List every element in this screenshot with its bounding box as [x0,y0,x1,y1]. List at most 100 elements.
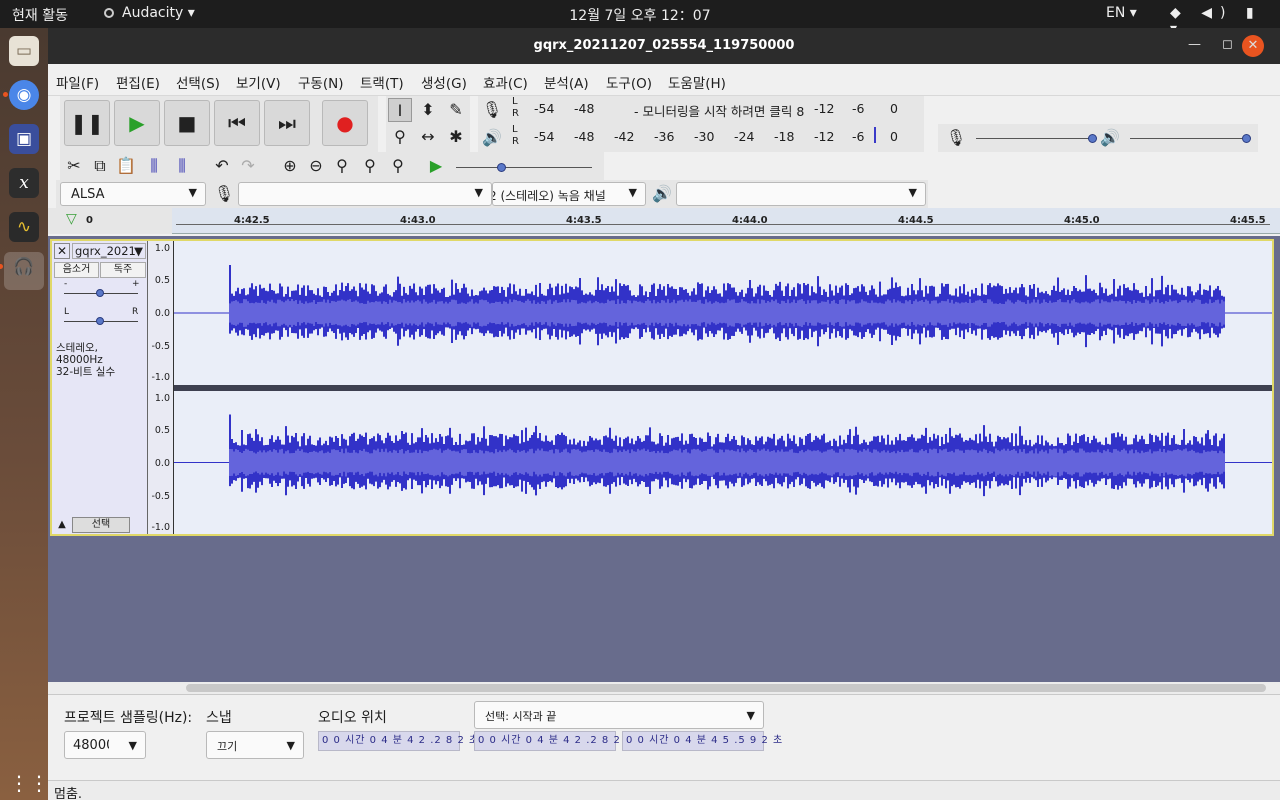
paste-icon[interactable]: 📋 [114,154,138,178]
play-speed-slider[interactable] [456,167,592,168]
maximize-button[interactable]: ◻ [1222,37,1233,52]
scrollbar-thumb[interactable] [186,684,1266,692]
close-track-icon[interactable]: ✕ [54,243,70,259]
copy-icon[interactable]: ⧉ [88,154,112,178]
trim-audio-icon[interactable]: ⫼ [142,154,166,178]
track-name-menu[interactable]: gqrx_2021 ▼ [72,243,146,259]
multi-tool[interactable]: ✱ [444,125,468,149]
snap-dropdown[interactable]: 끄기 ▼ [206,731,304,759]
waveform-left-channel[interactable] [174,241,1272,385]
activities-button[interactable]: 현재 활동 [12,5,68,25]
solo-button[interactable]: 독주 [100,262,146,278]
menu-view[interactable]: 보기(V) [236,72,281,92]
play-speed-knob[interactable] [497,163,506,172]
language-indicator[interactable]: EN ▾ [1106,5,1137,21]
skip-to-start-button[interactable]: ⏮ [214,100,260,146]
menu-effect[interactable]: 효과(C) [483,72,528,92]
select-track-button[interactable]: 선택 [72,517,130,533]
vertical-scale[interactable]: 1.0 0.5 0.0 -0.5 -1.0 1.0 0.5 0.0 -0.5 -… [148,241,174,534]
scale-label: 1.0 [154,243,170,254]
zoom-in-icon[interactable]: ⊕ [278,154,302,178]
track-name: gqrx_2021 [75,244,136,258]
chrome-icon[interactable]: ◉ [3,80,39,110]
zoom-out-icon[interactable]: ⊖ [304,154,328,178]
record-button[interactable]: ● [322,100,368,146]
waveform-right-channel[interactable] [174,391,1272,534]
scale-label: 0.0 [154,308,170,319]
pause-button[interactable]: ❚❚ [64,100,110,146]
draw-tool[interactable]: ✎ [444,98,468,122]
audio-host-dropdown[interactable]: ALSA ▼ [60,182,206,206]
undo-icon[interactable]: ↶ [210,154,234,178]
audio-track[interactable]: ✕ gqrx_2021 ▼ 음소거 독주 - + L R 스테레오, 48000H… [50,239,1274,536]
formula-editor-icon[interactable]: x [9,168,39,198]
cut-icon[interactable]: ✂ [62,154,86,178]
gain-knob[interactable] [96,289,104,297]
selection-mode-dropdown[interactable]: 선택: 시작과 끝 ▼ [474,701,764,729]
selection-start-time[interactable]: 0 0 시간 0 4 분 4 2 .2 8 2 초 [474,731,634,751]
zoom-tool[interactable]: ⚲ [388,125,412,149]
project-rate-value: 48000 [73,738,109,753]
redo-icon[interactable]: ↷ [236,154,260,178]
chevron-down-icon: ▼ [128,739,137,752]
selection-end-time[interactable]: 0 0 시간 0 4 분 4 5 .5 9 2 초 [622,731,782,751]
collapse-track-button[interactable]: ▲ [54,517,70,533]
time-shift-tool[interactable]: ↔ [416,125,440,149]
menu-edit[interactable]: 편집(E) [116,72,160,92]
pan-knob[interactable] [96,317,104,325]
play-head-triangle-icon[interactable]: ▽ [66,211,77,227]
peak-marker [874,127,876,143]
project-rate-dropdown[interactable]: 48000 ▼ [64,731,146,759]
menu-transport[interactable]: 구동(N) [298,72,343,92]
zoom-toggle-icon[interactable]: ⚲ [386,154,410,178]
app-menu[interactable]: Audacity ▾ [104,5,195,21]
audio-position-value: 0 0 시간 0 4 분 4 2 .2 8 2 초 [322,735,480,746]
fit-selection-icon[interactable]: ⚲ [330,154,354,178]
silence-audio-icon[interactable]: ⫼ [170,154,194,178]
project-rate-label: 프로젝트 샘플링(Hz): [64,710,193,726]
fit-project-icon[interactable]: ⚲ [358,154,382,178]
envelope-tool[interactable]: ⬍ [416,98,440,122]
horizontal-scrollbar[interactable] [48,682,1280,694]
track-control-panel: ✕ gqrx_2021 ▼ 음소거 독주 - + L R 스테레오, 48000H… [52,241,148,534]
playback-volume-knob[interactable] [1242,134,1251,143]
recording-device-dropdown[interactable]: ▼ [238,182,492,206]
audacity-icon[interactable]: 🎧 [0,252,44,290]
play-at-speed-button[interactable]: ▶ [424,154,448,178]
window-title: gqrx_20211207_025554_119750000 [533,38,795,53]
close-button[interactable]: ✕ [1242,35,1264,57]
screenshot-icon[interactable]: ▣ [9,124,39,154]
menu-file[interactable]: 파일(F) [56,72,99,92]
menu-tracks[interactable]: 트랙(T) [360,72,404,92]
menu-analyze[interactable]: 분석(A) [544,72,589,92]
record-meter-icon[interactable]: 🎙 [480,98,504,122]
files-icon[interactable]: ▭ [9,36,39,66]
menu-select[interactable]: 선택(S) [176,72,220,92]
playback-meter[interactable]: -54 -48 -42 -36 -30 -24 -18 -12 -6 0 [524,127,924,147]
timeline-ruler[interactable]: ▽ 0 4:42.5 4:43.0 4:43.5 4:44.0 4:44.5 4… [48,208,1280,234]
record-meter[interactable]: -54 -48 - 모니터링을 시작 하려면 클릭 8 -12 -6 0 [524,99,924,119]
system-monitor-icon[interactable]: ∿ [9,212,39,242]
playback-volume-slider[interactable] [1130,138,1248,139]
menu-generate[interactable]: 생성(G) [421,72,467,92]
recording-volume-knob[interactable] [1088,134,1097,143]
menu-tools[interactable]: 도구(O) [606,72,652,92]
clock[interactable]: 12월 7일 오후 12：07 [569,8,710,24]
menu-help[interactable]: 도움말(H) [668,72,726,92]
input-channels-value: 2 (스테레오) 녹음 채널 [492,189,606,203]
minimize-button[interactable]: — [1188,37,1201,52]
playback-device-dropdown[interactable]: ▼ [676,182,926,206]
audio-position-time[interactable]: 0 0 시간 0 4 분 4 2 .2 8 2 초 [318,731,478,751]
top-bar: 현재 활동 Audacity ▾ 12월 7일 오후 12：07 EN ▾ ◆ … [0,0,1280,37]
stop-button[interactable]: ■ [164,100,210,146]
playback-meter-icon[interactable]: 🔊 [480,126,504,150]
play-button[interactable]: ▶ [114,100,160,146]
selection-tool[interactable]: I [388,98,412,122]
meter-toolbar: 🎙 L R -54 -48 - 모니터링을 시작 하려면 클릭 8 -12 -6… [478,96,924,152]
recording-volume-icon: 🎙 [945,128,967,147]
input-channels-dropdown[interactable]: 2 (스테레오) 녹음 채널 ▼ [492,182,646,206]
show-apps-icon[interactable]: ⋮⋮ [9,768,49,798]
mute-button[interactable]: 음소거 [54,262,99,278]
recording-volume-slider[interactable] [976,138,1092,139]
skip-to-end-button[interactable]: ⏭ [264,100,310,146]
